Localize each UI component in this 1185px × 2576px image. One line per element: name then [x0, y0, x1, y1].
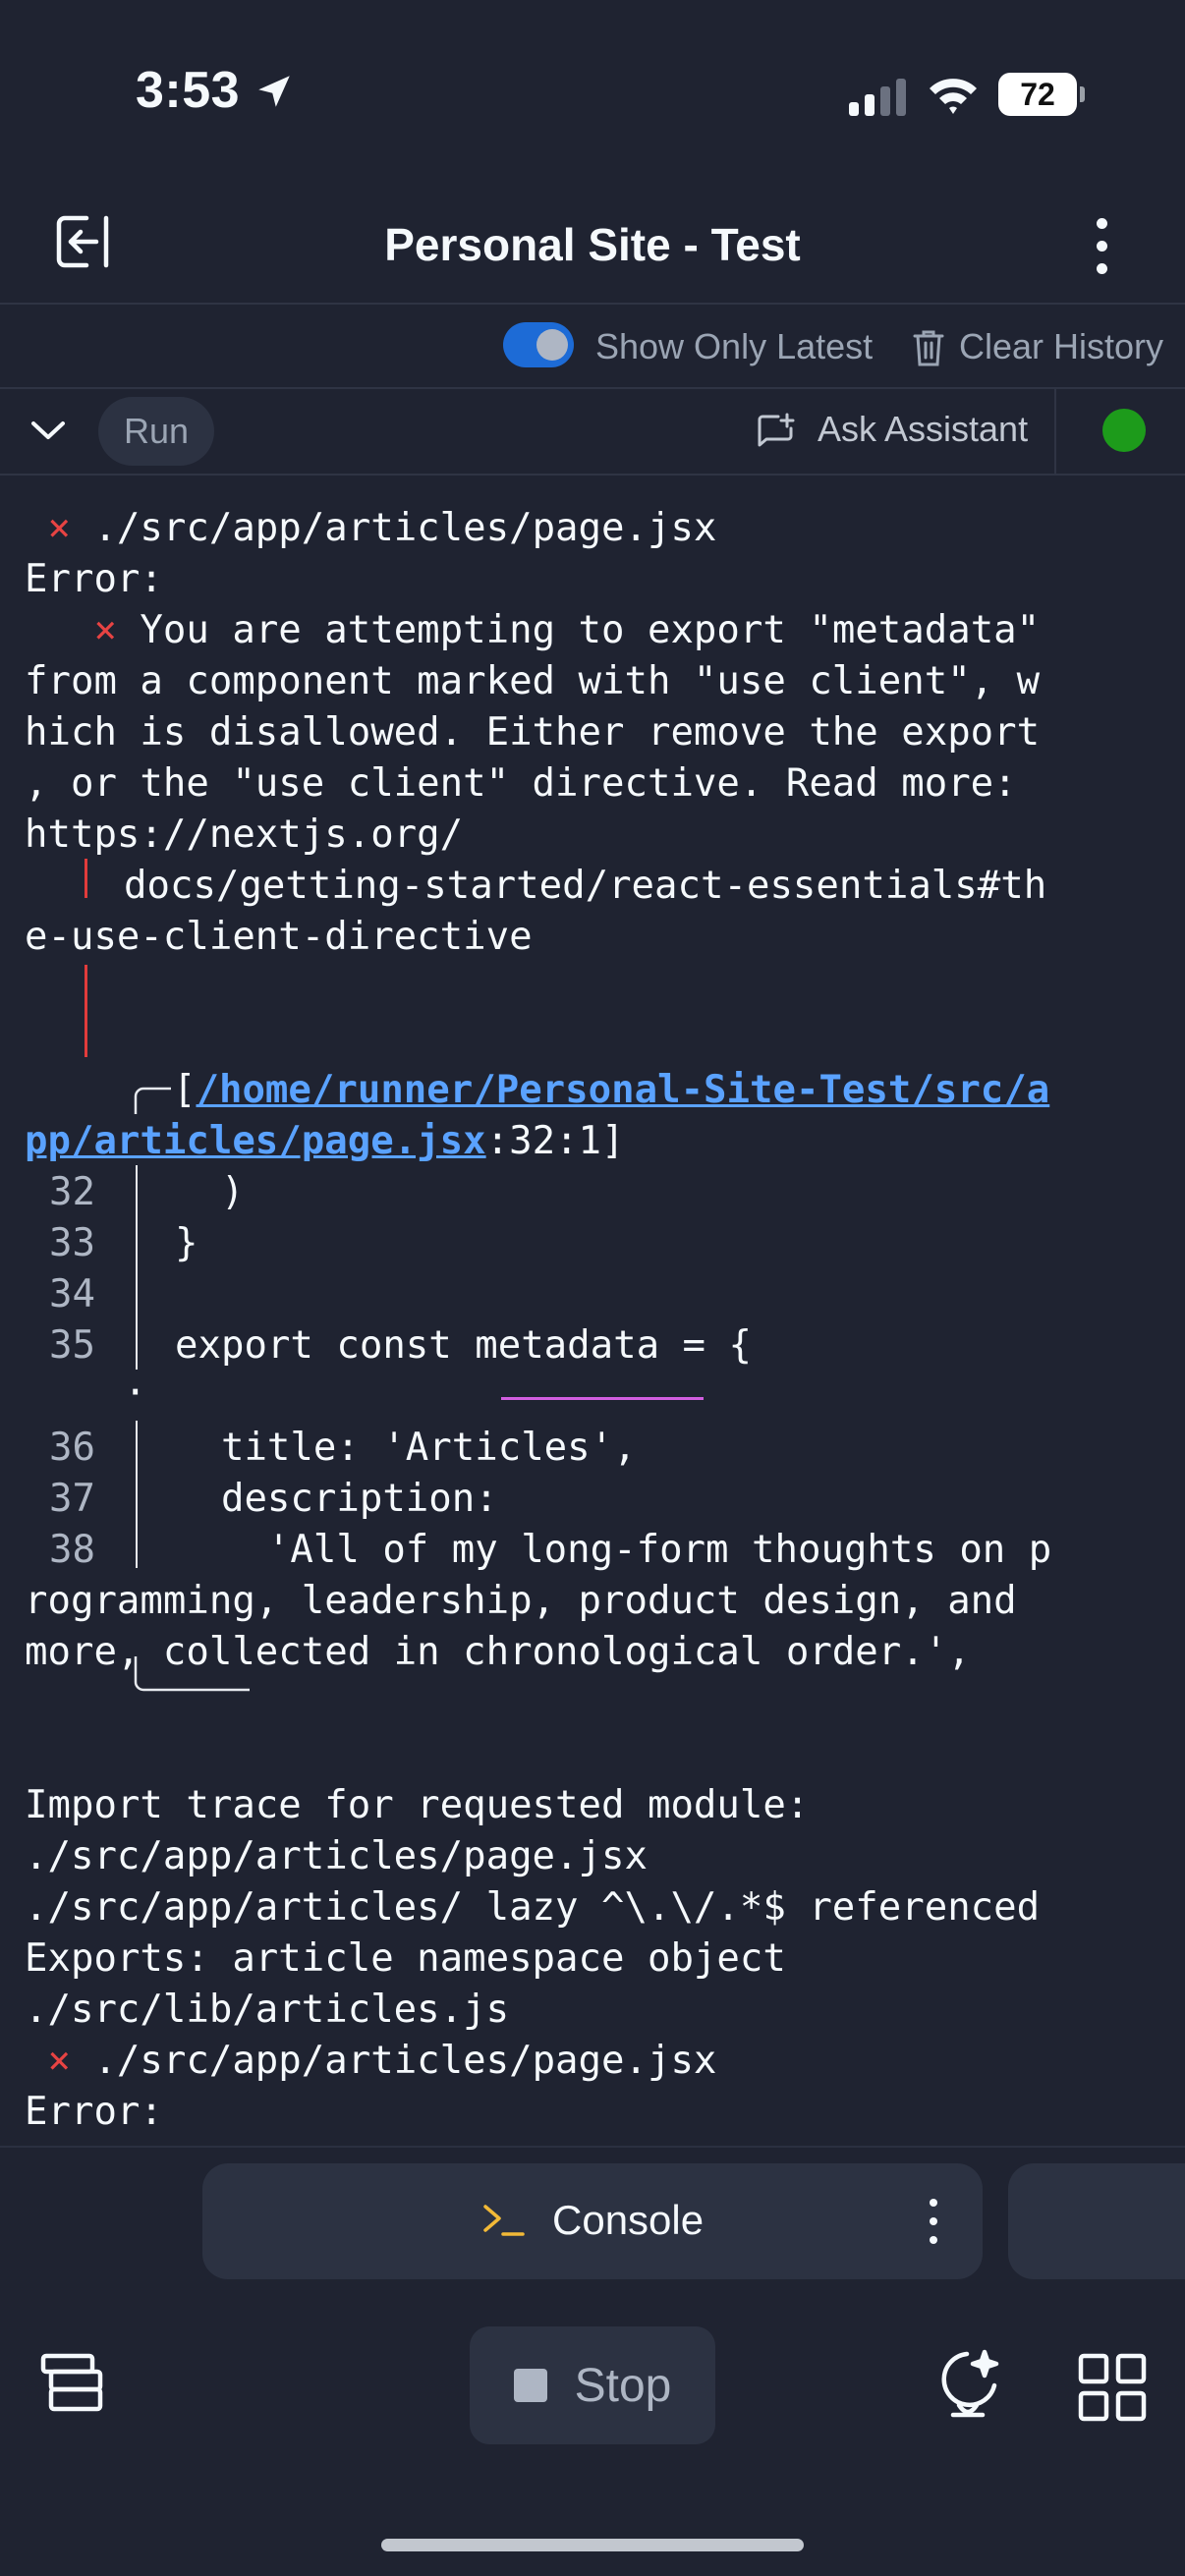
dot	[930, 2217, 937, 2225]
terminal-prompt-icon	[483, 2205, 525, 2236]
tab-options-button[interactable]	[924, 2199, 943, 2244]
console-line: × You are attempting to export "metadata…	[93, 608, 1041, 652]
dot	[1096, 217, 1107, 229]
ask-assistant-button[interactable]: Ask Assistant	[818, 409, 1028, 450]
file-path-link[interactable]: pp/articles/page.jsx	[25, 1119, 486, 1163]
console-line: Exports: article namespace object	[25, 1936, 786, 1981]
console-line: pp/articles/page.jsx:32:1]	[25, 1119, 625, 1163]
battery-level: 72	[1020, 76, 1055, 112]
options-divider	[0, 387, 1185, 389]
code-line: 38	[49, 1528, 95, 1572]
error-underline	[501, 1397, 704, 1400]
code-text: }	[175, 1221, 198, 1265]
console-line: × ./src/app/articles/page.jsx	[47, 506, 717, 550]
code-line: 37	[49, 1477, 95, 1521]
console-line: Import trace for requested module:	[25, 1783, 810, 1827]
battery-indicator: 72	[998, 73, 1085, 116]
error-marker	[85, 859, 87, 898]
console-line: ./src/app/articles/ lazy ^\.\/.*$ refere…	[25, 1885, 1041, 1930]
show-only-latest-label: Show Only Latest	[595, 326, 874, 366]
show-only-latest-toggle[interactable]	[503, 322, 574, 367]
error-marker	[85, 965, 87, 1057]
tab-console-label: Console	[552, 2197, 705, 2243]
run-bar-divider-bottom	[0, 474, 1185, 476]
console-line: Error:	[25, 557, 163, 601]
grid-icon[interactable]	[1075, 2350, 1150, 2425]
stop-button[interactable]: Stop	[470, 2326, 715, 2444]
dot	[930, 2199, 937, 2207]
console-line: [/home/runner/Personal-Site-Test/src/a	[173, 1068, 1050, 1112]
more-options-button[interactable]	[1077, 206, 1126, 285]
run-status-indicator	[1102, 409, 1146, 452]
location-arrow-icon	[258, 76, 290, 107]
console-line: from a component marked with "use client…	[25, 659, 1041, 703]
code-marker: ·	[124, 1371, 147, 1415]
code-line: 34	[49, 1272, 95, 1316]
console-line: ./src/lib/articles.js	[25, 1988, 510, 2032]
run-bar-divider	[1054, 389, 1056, 474]
console-line: https://nextjs.org/	[25, 812, 464, 857]
clear-history-button[interactable]: Clear History	[959, 326, 1163, 367]
code-gutter	[136, 1421, 138, 1568]
code-text: title: 'Articles',	[175, 1426, 637, 1470]
code-text: description:	[175, 1477, 498, 1521]
file-path-link[interactable]: /home/runner/Personal-Site-Test/src/a	[196, 1068, 1049, 1112]
code-text: )	[175, 1170, 245, 1214]
dot	[1096, 240, 1107, 252]
home-indicator	[381, 2539, 804, 2551]
console-line: , or the "use client" directive. Read mo…	[25, 761, 1017, 806]
trash-icon[interactable]	[912, 328, 945, 367]
code-text: 'All of my long-form thoughts on p	[175, 1528, 1052, 1572]
code-text: export const metadata = {	[175, 1323, 752, 1368]
ai-sparkle-icon[interactable]	[933, 2346, 1008, 2425]
code-line: 32	[49, 1170, 95, 1214]
wifi-icon	[930, 79, 977, 114]
console-line: hich is disallowed. Either remove the ex…	[25, 710, 1041, 755]
cellular-signal-icon	[849, 79, 906, 116]
code-text: rogramming, leadership, product design, …	[25, 1579, 1017, 1623]
run-button[interactable]: Run	[98, 397, 214, 466]
code-text: more, collected in chronological order.'…	[25, 1630, 971, 1674]
code-line: 36	[49, 1426, 95, 1470]
bottom-divider	[0, 2146, 1185, 2148]
console-output[interactable]: × ./src/app/articles/page.jsx Error: × Y…	[0, 477, 1185, 2146]
console-line: Error:	[25, 2090, 163, 2134]
stop-label: Stop	[574, 2359, 672, 2412]
page-title: Personal Site - Test	[384, 219, 801, 270]
code-line: 35	[49, 1323, 95, 1368]
console-line: ./src/app/articles/page.jsx	[25, 1834, 648, 1878]
layers-icon[interactable]	[35, 2346, 110, 2421]
snippet-bracket-top	[134, 1087, 171, 1114]
stop-icon	[513, 2369, 547, 2402]
console-line: e-use-client-directive	[25, 915, 533, 959]
status-time: 3:53	[136, 62, 241, 119]
console-line: × ./src/app/articles/page.jsx	[47, 2039, 717, 2083]
tab-next[interactable]	[1008, 2163, 1185, 2279]
dot	[930, 2236, 937, 2244]
dot	[1096, 262, 1107, 274]
console-line: docs/getting-started/react-essentials#th	[124, 864, 1047, 908]
code-line: 33	[49, 1221, 95, 1265]
ask-assistant-icon	[758, 413, 795, 447]
code-gutter	[136, 1165, 138, 1370]
chevron-down-icon[interactable]	[28, 413, 69, 448]
header-divider	[0, 303, 1185, 305]
